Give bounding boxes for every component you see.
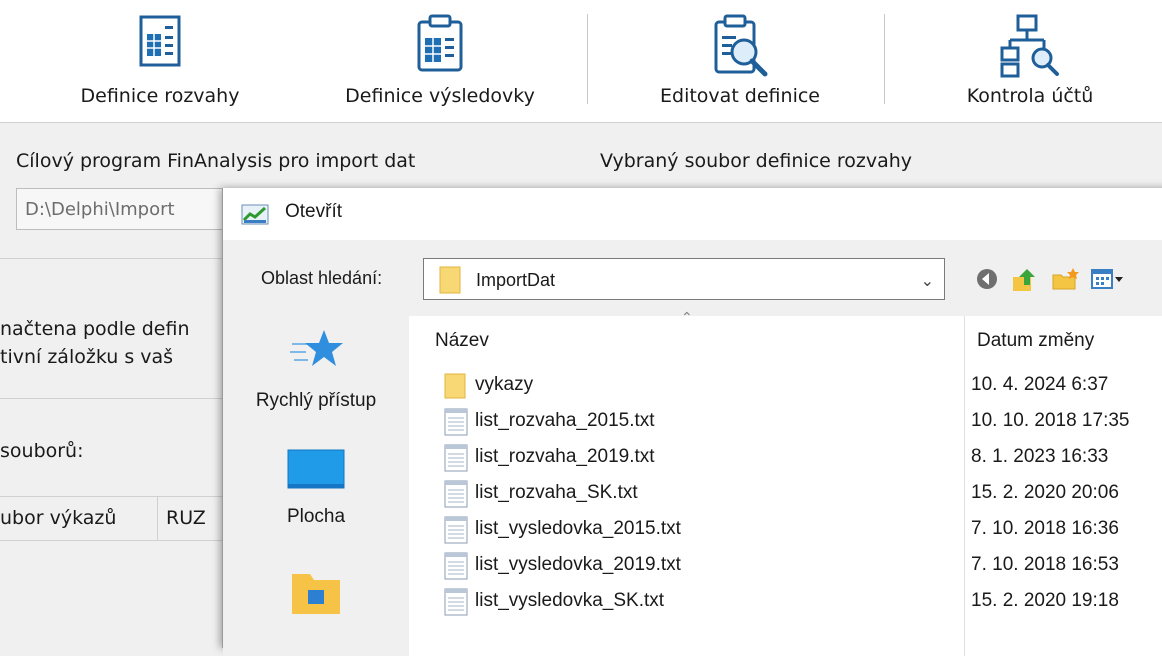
income-statement-icon (415, 14, 465, 78)
file-row[interactable]: list_rozvaha_2019.txt 8. 1. 2023 16:33 (409, 442, 1162, 474)
edit-definitions-button[interactable]: Editovat definice (620, 0, 860, 122)
sort-ascending-icon: ⌃ (681, 310, 693, 326)
look-in-value: ImportDat (476, 270, 556, 290)
place-desktop[interactable]: Plocha (223, 446, 409, 528)
file-row[interactable]: list_vysledovka_SK.txt 15. 2. 2020 19:18 (409, 586, 1162, 618)
text-file-icon (443, 444, 469, 476)
account-check-icon (1000, 14, 1060, 82)
place-quick-access-label: Rychlý přístup (255, 390, 377, 411)
file-date: 10. 4. 2024 6:37 (971, 374, 1109, 395)
place-desktop-label: Plocha (286, 506, 346, 527)
folder-icon (443, 372, 467, 404)
look-in-label: Oblast hledání: (261, 268, 383, 288)
file-date: 10. 10. 2018 17:35 (971, 410, 1130, 431)
view-menu-icon[interactable] (1091, 267, 1123, 295)
file-row[interactable]: vykazy 10. 4. 2024 6:37 (409, 370, 1162, 402)
divider (0, 258, 222, 259)
file-name: list_rozvaha_SK.txt (475, 482, 638, 503)
text-file-icon (443, 480, 469, 512)
income-statement-label: Definice výsledovky (345, 85, 535, 107)
new-folder-icon[interactable] (1051, 267, 1079, 295)
file-name: vykazy (475, 374, 534, 395)
toolbar: Definice rozvahy Definice výsledovky Edi… (0, 0, 1162, 122)
files-label: souborů: (0, 440, 84, 462)
account-check-label: Kontrola účtů (966, 85, 1094, 107)
look-in-dropdown[interactable]: ImportDat ⌄ (423, 258, 945, 300)
file-date: 7. 10. 2018 16:53 (971, 554, 1119, 575)
file-date: 7. 10. 2018 16:36 (971, 518, 1119, 539)
dialog-titlebar[interactable]: Otevřít (223, 188, 1162, 240)
folder-icon (438, 265, 462, 299)
file-name: list_vysledovka_2015.txt (475, 518, 681, 539)
info-text-line1: načtena podle defin (0, 318, 190, 340)
income-statement-button[interactable]: Definice výsledovky (315, 0, 565, 122)
file-row[interactable]: list_vysledovka_2015.txt 7. 10. 2018 16:… (409, 514, 1162, 546)
file-name: list_vysledovka_2019.txt (475, 554, 681, 575)
app-chart-icon (241, 202, 269, 230)
file-date: 8. 1. 2023 16:33 (971, 446, 1109, 467)
account-check-button[interactable]: Kontrola účtů (920, 0, 1140, 122)
toolbar-divider (0, 122, 1162, 123)
text-file-icon (443, 408, 469, 440)
place-quick-access[interactable]: Rychlý přístup (223, 326, 409, 412)
edit-definitions-icon (710, 14, 770, 84)
grid-header-bottom (0, 540, 222, 541)
target-path-field[interactable]: D:\Delphi\Import (16, 188, 246, 230)
dialog-title: Otevřít (285, 201, 343, 222)
file-name: list_vysledovka_SK.txt (475, 590, 665, 611)
chevron-down-icon[interactable]: ⌄ (921, 271, 934, 290)
toolbar-separator (884, 14, 885, 104)
target-program-label: Cílový program FinAnalysis pro import da… (16, 150, 416, 172)
toolbar-separator (587, 14, 588, 104)
file-row[interactable]: list_rozvaha_2015.txt 10. 10. 2018 17:35 (409, 406, 1162, 438)
open-dialog: Otevřít Oblast hledání: ImportDat ⌄ Rych… (222, 188, 1162, 656)
info-text-line2: tivní záložku s vaš (0, 346, 174, 368)
star-icon (223, 326, 409, 372)
up-folder-icon[interactable] (1011, 267, 1037, 297)
file-name: list_rozvaha_2015.txt (475, 410, 655, 431)
edit-definitions-label: Editovat definice (660, 85, 820, 107)
balance-sheet-icon (137, 14, 183, 72)
back-icon[interactable] (975, 267, 999, 295)
file-row[interactable]: list_rozvaha_SK.txt 15. 2. 2020 20:06 (409, 478, 1162, 510)
column-header-name[interactable]: Název (435, 330, 489, 352)
column-header-date[interactable]: Datum změny (977, 330, 1094, 352)
selected-file-label: Vybraný soubor definice rozvahy (600, 150, 913, 172)
file-row[interactable]: list_vysledovka_2019.txt 7. 10. 2018 16:… (409, 550, 1162, 582)
balance-sheet-button[interactable]: Definice rozvahy (50, 0, 270, 122)
file-name: list_rozvaha_2019.txt (475, 446, 655, 467)
library-icon (223, 568, 409, 614)
desktop-icon (223, 446, 409, 494)
places-bar: Rychlý přístup Plocha (223, 316, 409, 656)
file-list[interactable]: ⌃ Název Datum změny vykazy 10. 4. 2024 6… (409, 310, 1162, 656)
place-library[interactable] (223, 568, 409, 614)
divider (0, 398, 222, 399)
grid-column-header[interactable]: ubor výkazů (0, 496, 116, 540)
text-file-icon (443, 588, 469, 620)
grid-column-separator (157, 496, 158, 540)
text-file-icon (443, 516, 469, 548)
text-file-icon (443, 552, 469, 584)
grid-column-header[interactable]: RUZ (166, 496, 206, 540)
file-date: 15. 2. 2020 19:18 (971, 590, 1119, 611)
balance-sheet-label: Definice rozvahy (80, 85, 240, 107)
file-date: 15. 2. 2020 20:06 (971, 482, 1119, 503)
